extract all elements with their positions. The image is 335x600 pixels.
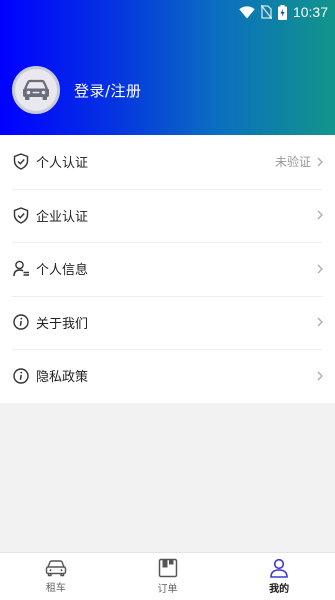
status-time: 10:37 [292, 4, 328, 20]
no-sim-icon [260, 5, 272, 19]
menu-item-label: 个人信息 [36, 263, 89, 279]
info-circle-icon [12, 313, 30, 331]
profile-header: 10:37 登录/注册 [0, 0, 335, 135]
wifi-icon [239, 5, 255, 19]
status-bar: 10:37 [0, 0, 335, 24]
menu-item-personal-auth[interactable]: 个人认证 未验证 [0, 135, 335, 189]
login-register-entry[interactable]: 登录/注册 [12, 66, 142, 114]
info-circle-icon [12, 367, 30, 385]
tab-rent-car[interactable]: 租车 [0, 553, 112, 600]
login-register-label[interactable]: 登录/注册 [74, 80, 142, 101]
order-icon [158, 558, 177, 578]
tab-orders[interactable]: 订单 [112, 553, 224, 600]
person-icon [270, 558, 288, 578]
tab-label: 租车 [45, 583, 66, 594]
car-icon [23, 79, 49, 100]
shield-check-icon [12, 206, 30, 224]
avatar[interactable] [12, 66, 60, 114]
battery-charging-icon [277, 4, 287, 20]
menu-item-label: 个人认证 [36, 156, 89, 172]
menu-item-label: 隐私政策 [36, 370, 89, 386]
chevron-right-icon [317, 371, 323, 381]
settings-menu: 个人认证 未验证 企业认证 个人信息 关于我们 隐私政策 [0, 135, 335, 403]
verification-status: 未验证 [274, 155, 311, 170]
chevron-right-icon [317, 264, 323, 274]
car-icon [45, 560, 67, 577]
menu-item-about-us[interactable]: 关于我们 [0, 295, 335, 350]
tab-mine[interactable]: 我的 [223, 553, 335, 600]
menu-item-privacy-policy[interactable]: 隐私政策 [0, 349, 335, 403]
menu-item-personal-info[interactable]: 个人信息 [0, 242, 335, 296]
shield-check-icon [12, 153, 30, 171]
menu-item-company-auth[interactable]: 企业认证 [0, 188, 335, 243]
tab-label: 我的 [269, 584, 290, 595]
chevron-right-icon [317, 157, 323, 167]
bottom-tab-bar: 租车 订单 我的 [0, 552, 335, 600]
chevron-right-icon [317, 317, 323, 327]
user-info-icon [12, 260, 30, 278]
menu-item-label: 企业认证 [36, 209, 89, 225]
menu-item-label: 关于我们 [36, 316, 89, 332]
chevron-right-icon [317, 210, 323, 220]
tab-label: 订单 [157, 584, 178, 595]
